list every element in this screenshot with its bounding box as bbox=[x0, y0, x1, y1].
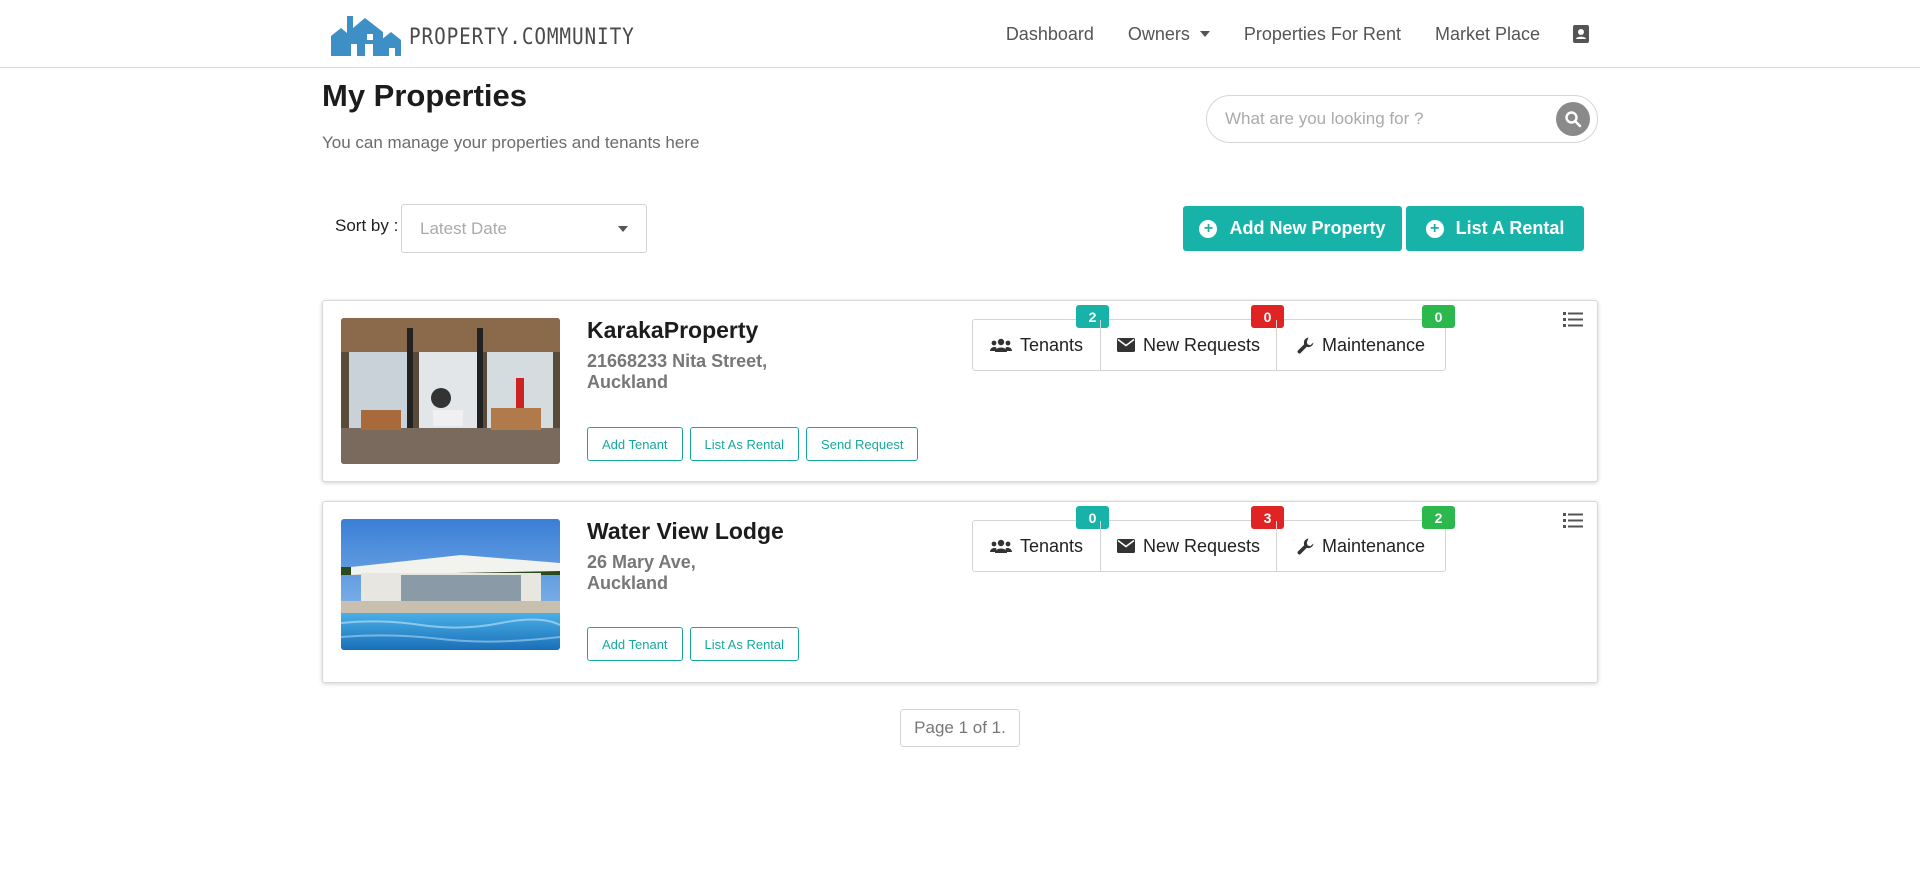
address-line: 26 Mary Ave, bbox=[587, 552, 696, 572]
tenants-label: Tenants bbox=[1019, 334, 1084, 355]
new-requests-stat[interactable]: New Requests 3 bbox=[1100, 506, 1284, 571]
property-name[interactable]: KarakaProperty bbox=[587, 317, 758, 344]
property-card: Water View Lodge 26 Mary Ave, Auckland A… bbox=[322, 501, 1598, 683]
nav-dashboard[interactable]: Dashboard bbox=[1006, 24, 1094, 45]
property-card: KarakaProperty 21668233 Nita Street, Auc… bbox=[322, 300, 1598, 482]
add-new-property-label: Add New Property bbox=[1229, 218, 1386, 238]
brand-name: PROPERTY.COMMUNITY bbox=[409, 25, 635, 50]
chevron-down-icon bbox=[618, 226, 628, 232]
property-address: 21668233 Nita Street, Auckland bbox=[587, 351, 767, 393]
users-icon bbox=[989, 338, 1012, 352]
address-city: Auckland bbox=[587, 573, 669, 593]
search-input[interactable] bbox=[1225, 96, 1545, 142]
tenants-stat[interactable]: Tenants 2 bbox=[973, 305, 1109, 370]
plus-circle-icon: + bbox=[1199, 219, 1218, 238]
send-request-button[interactable]: Send Request bbox=[806, 427, 919, 461]
wrench-icon bbox=[1297, 538, 1314, 555]
sort-label: Sort by : bbox=[335, 216, 399, 235]
list-menu-icon[interactable] bbox=[1563, 311, 1583, 333]
property-address: 26 Mary Ave, Auckland bbox=[587, 552, 696, 594]
add-tenant-button[interactable]: Add Tenant bbox=[587, 627, 683, 661]
list-a-rental-label: List A Rental bbox=[1455, 218, 1565, 238]
plus-circle-icon: + bbox=[1425, 219, 1444, 238]
main-nav: Dashboard Owners Properties For Rent Mar… bbox=[972, 0, 1590, 68]
add-tenant-button[interactable]: Add Tenant bbox=[587, 427, 683, 461]
search-icon[interactable] bbox=[1556, 102, 1590, 136]
list-as-rental-button[interactable]: List As Rental bbox=[689, 427, 800, 461]
card-actions: Add Tenant List As Rental Send Request bbox=[587, 427, 925, 461]
add-new-property-button[interactable]: + Add New Property bbox=[1183, 206, 1402, 251]
page-subtitle: You can manage your properties and tenan… bbox=[322, 133, 700, 152]
sort-select-value: Latest Date bbox=[420, 219, 507, 238]
maintenance-label: Maintenance bbox=[1321, 334, 1426, 355]
brand-logo[interactable]: PROPERTY.COMMUNITY bbox=[327, 6, 665, 58]
list-a-rental-button[interactable]: + List A Rental bbox=[1406, 206, 1584, 251]
page-title: My Properties bbox=[322, 78, 528, 113]
property-photo-pool[interactable] bbox=[341, 519, 560, 650]
contact-card-icon[interactable] bbox=[1572, 25, 1590, 43]
tenants-stat[interactable]: Tenants 0 bbox=[973, 506, 1109, 571]
tenants-label: Tenants bbox=[1019, 535, 1084, 556]
address-line: 21668233 Nita Street, bbox=[587, 351, 768, 371]
maintenance-count-badge: 0 bbox=[1422, 305, 1455, 328]
stats-group: Tenants 0 New Requests 3 Maintenance 2 bbox=[972, 506, 1455, 572]
new-requests-label: New Requests bbox=[1142, 535, 1261, 556]
pagination-status: Page 1 of 1. bbox=[900, 709, 1020, 747]
envelope-icon bbox=[1116, 338, 1135, 352]
chevron-down-icon bbox=[1199, 31, 1210, 37]
nav-owners-label: Owners bbox=[1127, 23, 1190, 44]
sort-select[interactable]: Latest Date bbox=[401, 204, 647, 253]
maintenance-count-badge: 2 bbox=[1422, 506, 1455, 529]
property-photo-interior[interactable] bbox=[341, 318, 560, 464]
list-menu-icon[interactable] bbox=[1563, 512, 1583, 534]
maintenance-stat[interactable]: Maintenance 0 bbox=[1276, 305, 1455, 370]
house-logo-icon bbox=[331, 16, 401, 56]
users-icon bbox=[989, 539, 1012, 553]
card-actions: Add Tenant List As Rental bbox=[587, 627, 806, 661]
maintenance-label: Maintenance bbox=[1321, 535, 1426, 556]
top-navbar: PROPERTY.COMMUNITY Dashboard Owners Prop… bbox=[0, 0, 1920, 68]
nav-market-place[interactable]: Market Place bbox=[1435, 24, 1540, 45]
envelope-icon bbox=[1116, 539, 1135, 553]
maintenance-stat[interactable]: Maintenance 2 bbox=[1276, 506, 1455, 571]
nav-properties-for-rent[interactable]: Properties For Rent bbox=[1244, 24, 1401, 45]
new-requests-label: New Requests bbox=[1142, 334, 1261, 355]
wrench-icon bbox=[1297, 337, 1314, 354]
new-requests-stat[interactable]: New Requests 0 bbox=[1100, 305, 1284, 370]
list-as-rental-button[interactable]: List As Rental bbox=[689, 627, 800, 661]
stats-group: Tenants 2 New Requests 0 Maintenance 0 bbox=[972, 305, 1455, 371]
address-city: Auckland bbox=[587, 372, 669, 392]
search-bar bbox=[1206, 95, 1598, 143]
nav-owners-dropdown[interactable]: Owners bbox=[1128, 24, 1210, 45]
property-name[interactable]: Water View Lodge bbox=[587, 518, 784, 545]
